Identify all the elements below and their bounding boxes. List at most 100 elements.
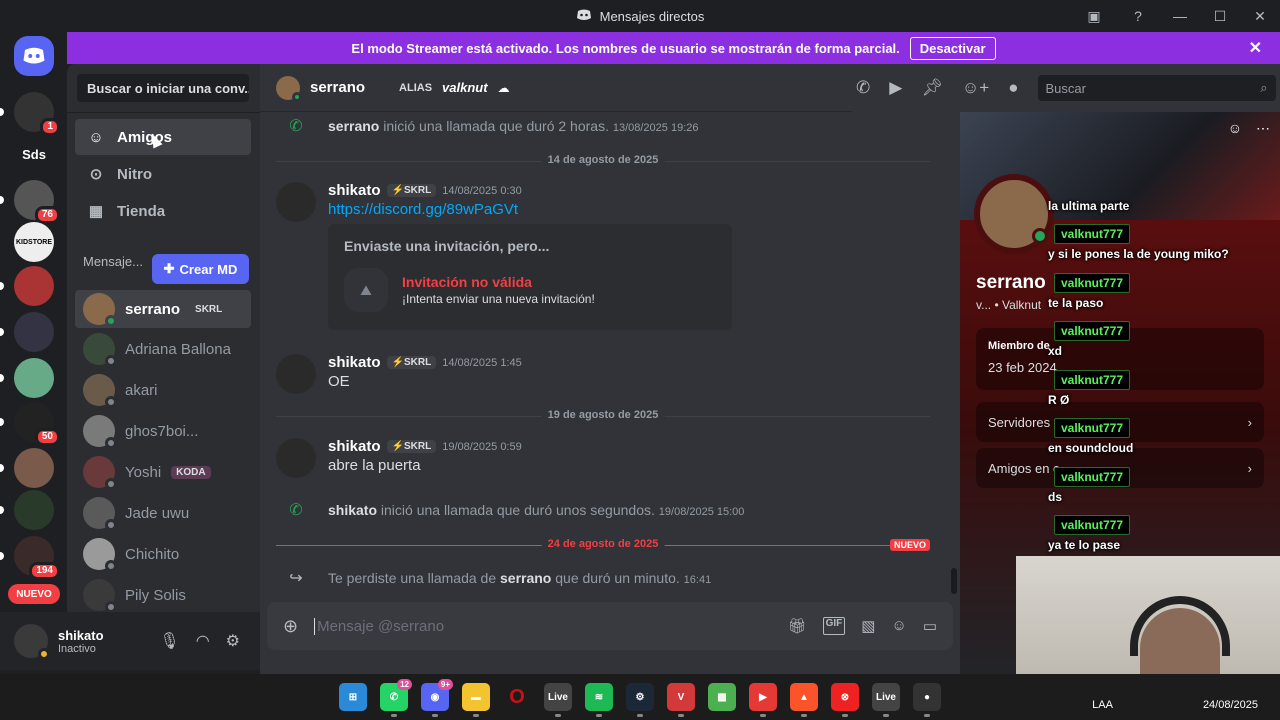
server-list: 1 Sds 76 KIDSTORE 50 194 NUEVO (0, 32, 67, 682)
avatar (83, 415, 117, 449)
app-icon[interactable]: ⊗ (831, 683, 859, 717)
minimize-button[interactable]: — (1160, 0, 1200, 32)
nav-shop[interactable]: ▦ Tienda (75, 193, 251, 229)
profile-sub: v... • Valknut (976, 298, 1042, 312)
opera-icon[interactable]: O (503, 683, 531, 711)
microphone-icon[interactable]: 🎙︎ (159, 631, 179, 651)
call-user[interactable]: shikato (328, 502, 377, 518)
find-conversation-button[interactable]: Buscar o iniciar una conv... (77, 74, 249, 102)
avatar (276, 75, 302, 102)
status-dot (105, 560, 117, 572)
dm-name: Adriana Ballona (125, 340, 231, 358)
app-red-icon[interactable]: ▶ (749, 683, 777, 717)
video-call-icon[interactable]: ▶ (889, 78, 902, 98)
steam-icon[interactable]: ⚙ (626, 683, 654, 717)
running-indicator (637, 714, 643, 717)
server-icon[interactable] (0, 358, 54, 398)
server-icon[interactable] (0, 312, 54, 352)
close-icon[interactable]: ✕ (1249, 38, 1262, 58)
inbox-icon[interactable]: ▣ (1072, 0, 1116, 32)
dm-item[interactable]: Yoshi KODA (75, 453, 251, 491)
deactivate-button[interactable]: Desactivar (909, 36, 996, 60)
dm-item[interactable]: Pily Solis (75, 576, 251, 612)
call-user[interactable]: serrano (500, 570, 551, 586)
message-input[interactable]: Mensaje @serrano (314, 617, 771, 635)
chat-text: xd (1048, 344, 1063, 358)
date-label: 14 de agosto de 2025 (541, 154, 665, 166)
avatar[interactable] (276, 182, 316, 222)
gif-icon[interactable]: GIF (822, 617, 846, 635)
recipient-name[interactable]: serrano (310, 79, 365, 96)
status-dot (105, 396, 117, 408)
author[interactable]: shikato (328, 182, 381, 199)
server-icon[interactable]: 50 (0, 402, 60, 446)
server-icon[interactable]: KIDSTORE (14, 222, 54, 262)
nav-friends[interactable]: ☺ Amigos (75, 119, 251, 155)
dm-item[interactable]: Chichito (75, 535, 251, 573)
help-icon[interactable]: ? (1116, 0, 1160, 32)
user-name: shikato (58, 627, 104, 643)
discord-home-icon[interactable] (14, 36, 54, 76)
create-dm-button[interactable]: ✚ Crear MD (152, 254, 249, 284)
add-attachment-icon[interactable]: ⊕ (283, 616, 298, 637)
windows-start-icon[interactable]: ⊞ (339, 683, 367, 711)
gear-icon[interactable]: ⚙ (226, 631, 240, 651)
chat-toolbar: ✆ ▶ 📌︎ ☺+ ● Buscar ⌕ (852, 64, 1280, 112)
avatar[interactable] (14, 624, 50, 660)
obs-icon[interactable]: ● (913, 683, 941, 717)
dm-item[interactable]: Adriana Ballona (75, 330, 251, 368)
server-icon[interactable] (0, 490, 54, 530)
brave-icon[interactable]: ▲ (790, 683, 818, 717)
invite-sub: ¡Intenta enviar una nueva invitación! (402, 292, 595, 306)
dm-item[interactable]: Jade uwu (75, 494, 251, 532)
discord-icon[interactable]: ◉ 9+ (421, 679, 453, 717)
avatar[interactable] (276, 354, 316, 394)
close-window-button[interactable]: ✕ (1240, 0, 1280, 32)
emoji-icon[interactable]: ☺ (891, 617, 906, 635)
valorant-icon[interactable]: V (667, 683, 695, 717)
gift-icon[interactable]: 🎁︎ (788, 617, 807, 635)
pin-icon[interactable]: 📌︎ (921, 78, 943, 98)
author[interactable]: shikato (328, 354, 381, 371)
whatsapp-icon[interactable]: ✆ 12 (380, 679, 412, 717)
avatar (83, 293, 117, 327)
search-input[interactable]: Buscar ⌕ (1037, 75, 1276, 101)
server-icon[interactable] (0, 266, 54, 306)
file-explorer-icon[interactable]: ▬ (462, 683, 490, 717)
server-icon[interactable]: 76 (0, 180, 60, 224)
add-friends-icon[interactable]: ☺+ (962, 78, 989, 98)
author[interactable]: shikato (328, 438, 381, 455)
dm-item[interactable]: akari (75, 371, 251, 409)
avatar[interactable] (276, 438, 316, 478)
live-icon[interactable]: Live (544, 683, 572, 717)
voice-call-icon[interactable]: ✆ (856, 78, 870, 98)
window-title: Mensajes directos (599, 8, 705, 24)
profile-avatar[interactable] (974, 174, 1054, 254)
new-button[interactable]: NUEVO (8, 584, 60, 604)
minecraft-icon[interactable]: ▩ (708, 683, 736, 711)
server-icon[interactable] (0, 448, 54, 488)
spotify-icon[interactable]: ≋ (585, 683, 613, 717)
user-profile-icon[interactable]: ● (1008, 78, 1018, 98)
dm-item[interactable]: ghos7boi... (75, 412, 251, 450)
sticker-icon[interactable]: ▧ (861, 617, 875, 635)
friends-icon: ☺ (88, 128, 104, 146)
invite-placeholder-icon: ⛰ (344, 268, 388, 312)
headphones-icon[interactable]: ◠ (196, 631, 210, 651)
dm-item[interactable]: serrano SKRL (75, 290, 251, 328)
nav-nitro[interactable]: ⊙ Nitro (75, 156, 251, 192)
stream-chat-message: valknut777 ya te lo pase (1048, 515, 1131, 552)
server-icon[interactable]: 1 (0, 92, 60, 136)
server-icon[interactable]: Sds (14, 134, 54, 174)
more-icon[interactable]: ⋯ (1256, 120, 1270, 137)
scrollbar[interactable] (951, 568, 957, 594)
missed-post: que duró un minuto. (555, 570, 680, 586)
add-friend-icon[interactable]: ☺ (1228, 120, 1242, 137)
invite-link[interactable]: https://discord.gg/89wPaGVt (328, 201, 732, 218)
maximize-button[interactable]: ☐ (1200, 0, 1240, 32)
call-user[interactable]: serrano (328, 118, 379, 134)
live-icon-2[interactable]: Live (872, 683, 900, 717)
chat-text: y si le pones la de young miko? (1048, 247, 1229, 261)
apps-icon[interactable]: ▭ (923, 617, 937, 635)
server-icon[interactable]: 194 (0, 536, 60, 580)
